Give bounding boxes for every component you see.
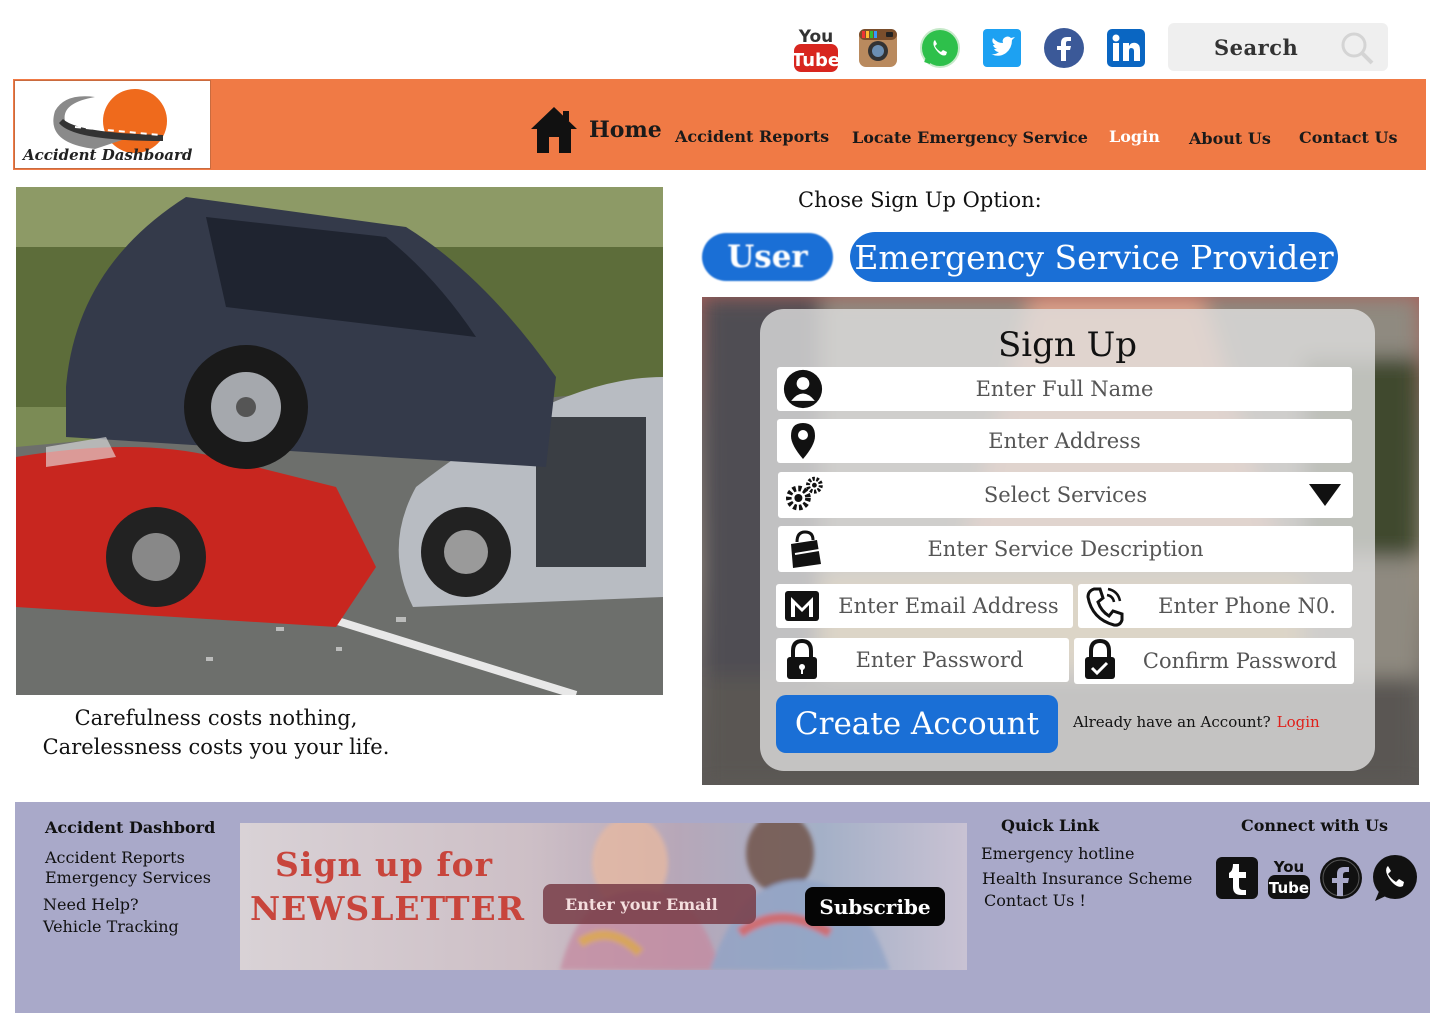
svg-text:You: You (1273, 858, 1304, 876)
services-placeholder: Select Services (983, 483, 1148, 507)
subscribe-button[interactable]: Subscribe (805, 887, 945, 926)
newsletter-title-line1: Sign up for (275, 845, 494, 884)
location-pin-icon (783, 421, 823, 461)
nav-locate-emergency[interactable]: Locate Emergency Service (852, 128, 1088, 147)
connect-icons: You Tube (1215, 854, 1419, 902)
nav-contact[interactable]: Contact Us (1299, 128, 1397, 147)
address-field[interactable]: Enter Address (777, 419, 1352, 463)
signup-title: Sign Up (997, 325, 1138, 365)
quote-line-2: Carelessness costs you your life. (42, 735, 390, 759)
signin-link[interactable]: Login (1277, 713, 1320, 731)
newsletter-banner: Sign up for NEWSLETTER Enter your Email … (240, 823, 967, 970)
linkedin-icon[interactable] (1102, 22, 1150, 74)
footer-link-need-help[interactable]: Need Help? (43, 895, 139, 914)
whatsapp-icon[interactable] (916, 22, 964, 74)
description-field[interactable]: Enter Service Description (778, 526, 1353, 572)
search-label: Search (1214, 34, 1299, 60)
lock-check-icon (1080, 639, 1120, 680)
facebook-icon[interactable] (1040, 22, 1088, 74)
svg-text:Tube: Tube (1269, 879, 1309, 897)
email-field[interactable]: Enter Email Address (776, 584, 1073, 628)
mail-icon (782, 586, 822, 626)
briefcase-icon (784, 528, 824, 568)
twitter-icon[interactable] (978, 22, 1026, 74)
phone-icon (1084, 586, 1124, 627)
footer-link-accident-reports[interactable]: Accident Reports (45, 848, 185, 867)
quick-link-contact[interactable]: Contact Us ! (984, 891, 1086, 910)
tumblr-icon[interactable] (1215, 856, 1259, 900)
nav-links: Home Accident Reports Locate Emergency S… (13, 79, 1426, 170)
nav-home[interactable]: Home (529, 105, 662, 155)
create-account-button[interactable]: Create Account (776, 695, 1058, 753)
phone-field[interactable]: Enter Phone N0. (1078, 584, 1352, 628)
footer-link-vehicle-tracking[interactable]: Vehicle Tracking (43, 917, 179, 936)
provider-option-button[interactable]: Emergency Service Provider (850, 232, 1338, 282)
full-name-field[interactable]: Enter Full Name (777, 367, 1352, 411)
quick-link-insurance[interactable]: Health Insurance Scheme (982, 869, 1192, 888)
connect-heading: Connect with Us (1241, 816, 1388, 835)
quick-link-heading: Quick Link (1001, 816, 1100, 835)
description-placeholder: Enter Service Description (927, 537, 1204, 561)
facebook-icon[interactable] (1319, 856, 1363, 900)
search-icon[interactable] (1340, 31, 1374, 65)
search-box[interactable]: Search (1168, 23, 1388, 71)
social-bar: You Tube (792, 22, 1150, 74)
services-select[interactable]: Select Services (778, 472, 1353, 518)
footer: Accident Dashbord Accident Reports Emerg… (15, 802, 1430, 1013)
already-account-text: Already have an Account? Login (1073, 713, 1320, 731)
newsletter-title-line2: NEWSLETTER (250, 889, 526, 928)
nav-home-label: Home (589, 117, 662, 143)
accident-photo (16, 187, 663, 695)
main-navbar: Accident Dashboard Home Accident Reports… (13, 79, 1426, 170)
user-option-button[interactable]: User (702, 233, 833, 281)
dropdown-arrow-icon[interactable] (1309, 484, 1341, 506)
address-placeholder: Enter Address (988, 429, 1141, 453)
nav-accident-reports[interactable]: Accident Reports (675, 127, 829, 146)
signup-option-label: Chose Sign Up Option: (798, 188, 1042, 212)
youtube-icon[interactable]: You Tube (792, 22, 840, 74)
footer-link-emergency-services[interactable]: Emergency Services (45, 868, 211, 887)
newsletter-email-input[interactable]: Enter your Email (543, 884, 756, 924)
whatsapp-icon[interactable] (1371, 854, 1419, 902)
svg-text:Tube: Tube (793, 50, 839, 71)
confirm-password-field[interactable]: Confirm Password (1074, 638, 1354, 684)
quote-line-1: Carefulness costs nothing, (74, 706, 358, 730)
password-field[interactable]: Enter Password (776, 638, 1069, 682)
gears-icon (784, 474, 824, 514)
already-account-label: Already have an Account? (1073, 713, 1271, 731)
full-name-placeholder: Enter Full Name (975, 377, 1154, 401)
instagram-icon[interactable] (854, 22, 902, 74)
safety-quote: Carefulness costs nothing, Carelessness … (16, 704, 416, 762)
footer-brand-heading: Accident Dashbord (45, 818, 216, 837)
home-icon (531, 107, 577, 153)
quick-link-hotline[interactable]: Emergency hotline (981, 844, 1134, 863)
user-icon (783, 369, 823, 409)
lock-icon (782, 639, 822, 680)
nav-about[interactable]: About Us (1189, 129, 1271, 148)
nav-login[interactable]: Login (1109, 127, 1160, 146)
youtube-icon[interactable]: You Tube (1267, 856, 1311, 900)
